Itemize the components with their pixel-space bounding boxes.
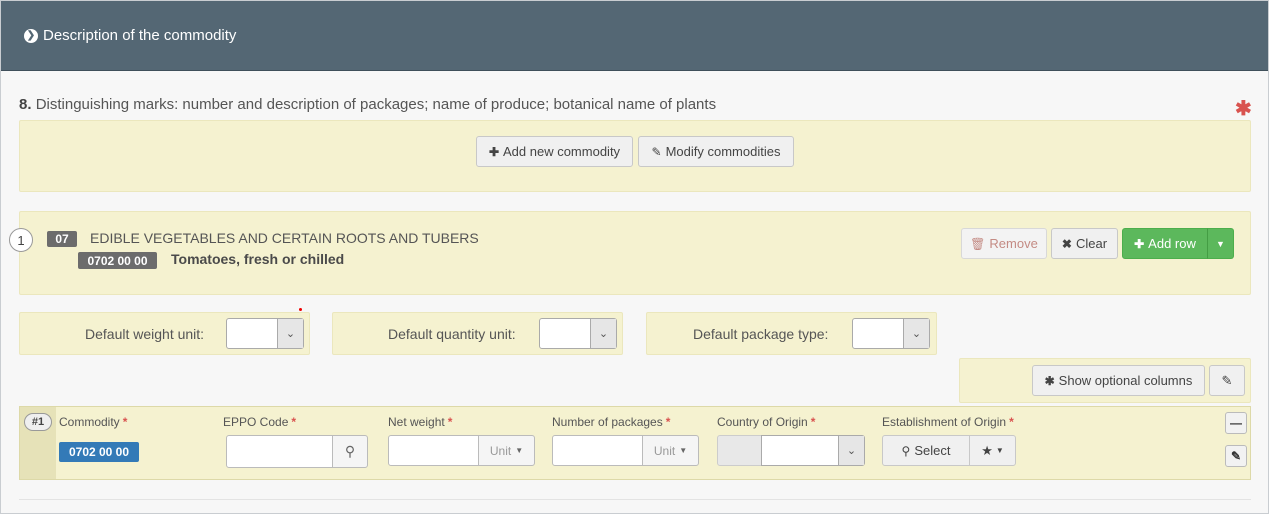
establishment-of-origin-column-text: Establishment of Origin [882,415,1007,429]
default-package-type-label: Default package type: [693,326,829,342]
eppo-search-button[interactable]: ⚲ [332,435,368,468]
country-of-origin-column-text: Country of Origin [717,415,808,429]
asterisk-icon: ✱ [1044,373,1055,388]
eppo-code-column-label: EPPO Code * [223,415,296,429]
cn-name: Tomatoes, fresh or chilled [171,251,345,267]
table-row: #1 Commodity * EPPO Code * Net weight * Num… [19,406,1251,480]
net-weight-unit-label: Unit [489,443,512,458]
chevron-down-icon: ⌄ [277,319,303,348]
commodity-column-text: Commodity [59,415,120,429]
required-icon: * [665,415,671,429]
edit-row-button[interactable]: ✎ [1225,445,1247,467]
show-optional-columns-label: Show optional columns [1058,373,1193,388]
remove-label: Remove [989,236,1038,251]
chevron-down-icon: ⌄ [903,319,929,348]
remove-button[interactable]: 🗑 Remove [961,228,1047,259]
default-weight-unit-select[interactable]: ⌄ [226,318,304,349]
country-of-origin-select[interactable]: ⌄ [761,435,865,466]
remove-row-button[interactable]: — [1225,412,1247,434]
required-icon: * [1009,415,1014,429]
edit-columns-button[interactable]: ✎ [1209,365,1245,396]
section-label-text: Distinguishing marks: number and descrip… [35,96,717,113]
panel-title-text: Description of the commodity [43,27,237,44]
default-package-type-select[interactable]: ⌄ [852,318,930,349]
modify-commodities-button[interactable]: ✎ Modify commodities [638,136,794,167]
commodity-toolbar [19,120,1251,192]
eppo-code-column-text: EPPO Code [223,415,289,429]
edit-square-icon: ✎ [1221,372,1233,388]
show-optional-columns-button[interactable]: ✱ Show optional columns [1032,365,1205,396]
select-establishment-button[interactable]: ⚲ Select [882,435,970,466]
required-icon: * [447,415,453,429]
default-weight-unit-label: Default weight unit: [85,326,205,342]
search-icon: ⚲ [901,443,911,458]
row-number: #1 [24,413,52,431]
required-asterisk-icon: ✱ [1235,98,1252,120]
default-quantity-unit-label: Default quantity unit: [388,326,516,342]
caret-down-icon: ▼ [679,446,688,455]
required-icon: * [810,415,816,429]
country-flag-placeholder [717,435,762,466]
commodity-panel: ❯ Description of the commodity 8. Distin… [0,0,1269,514]
establishment-of-origin-column-label: Establishment of Origin * [882,415,1014,429]
net-weight-unit-dropdown[interactable]: Unit ▼ [478,435,535,466]
divider [19,499,1251,500]
red-dot [299,308,302,311]
search-icon: ⚲ [344,443,356,459]
required-icon: * [291,415,297,429]
chevron-right-circle-icon: ❯ [24,28,38,43]
net-weight-input[interactable] [388,435,479,466]
modify-commodities-label: Modify commodities [665,144,781,159]
commodity-index: 1 [9,228,33,252]
chapter-code-badge: 07 [47,231,77,247]
caret-down-icon: ▼ [1216,238,1225,249]
number-of-packages-column-text: Number of packages [552,415,663,429]
required-icon: * [122,415,128,429]
plus-icon: ✚ [488,144,499,159]
minus-icon: — [1230,416,1242,430]
pencil-icon: ✎ [1230,449,1242,463]
chevron-down-icon: ⌄ [838,436,864,465]
row-side: #1 [20,407,56,479]
select-label: Select [914,443,951,458]
net-weight-column-text: Net weight [388,415,445,429]
add-row-button[interactable]: ✚ Add row [1122,228,1208,259]
commodity-code-badge[interactable]: 0702 00 00 [59,442,139,462]
panel-header[interactable]: ❯ Description of the commodity [1,1,1268,71]
add-row-label: Add row [1148,236,1196,251]
number-of-packages-column-label: Number of packages * [552,415,670,429]
plus-icon: ✚ [1134,236,1145,251]
commodity-column-label: Commodity * [59,415,127,429]
country-of-origin-column-label: Country of Origin * [717,415,815,429]
section-label: 8. Distinguishing marks: number and desc… [19,96,716,113]
net-weight-column-label: Net weight * [388,415,452,429]
default-quantity-unit-select[interactable]: ⌄ [539,318,617,349]
caret-down-icon: ▼ [995,446,1004,455]
x-icon: ✖ [1061,236,1072,251]
clear-button[interactable]: ✖ Clear [1051,228,1118,259]
number-of-packages-input[interactable] [552,435,643,466]
section-number: 8. [19,96,32,113]
add-new-commodity-button[interactable]: ✚ Add new commodity [476,136,633,167]
panel-title[interactable]: ❯ Description of the commodity [24,27,236,44]
packages-unit-label: Unit [653,443,676,458]
add-new-commodity-label: Add new commodity [503,144,621,159]
add-row-dropdown-button[interactable]: ▼ [1207,228,1234,259]
chapter-name: EDIBLE VEGETABLES AND CERTAIN ROOTS AND … [90,230,479,246]
eppo-code-input[interactable] [226,435,333,468]
pencil-icon: ✎ [651,144,662,159]
cn-code-badge: 0702 00 00 [78,252,157,269]
packages-unit-dropdown[interactable]: Unit ▼ [642,435,699,466]
caret-down-icon: ▼ [515,446,524,455]
trash-icon: 🗑 [970,236,986,251]
clear-label: Clear [1075,236,1108,251]
star-icon: ★ [981,442,993,458]
favorites-dropdown-button[interactable]: ★ ▼ [969,435,1016,466]
chevron-down-icon: ⌄ [590,319,616,348]
